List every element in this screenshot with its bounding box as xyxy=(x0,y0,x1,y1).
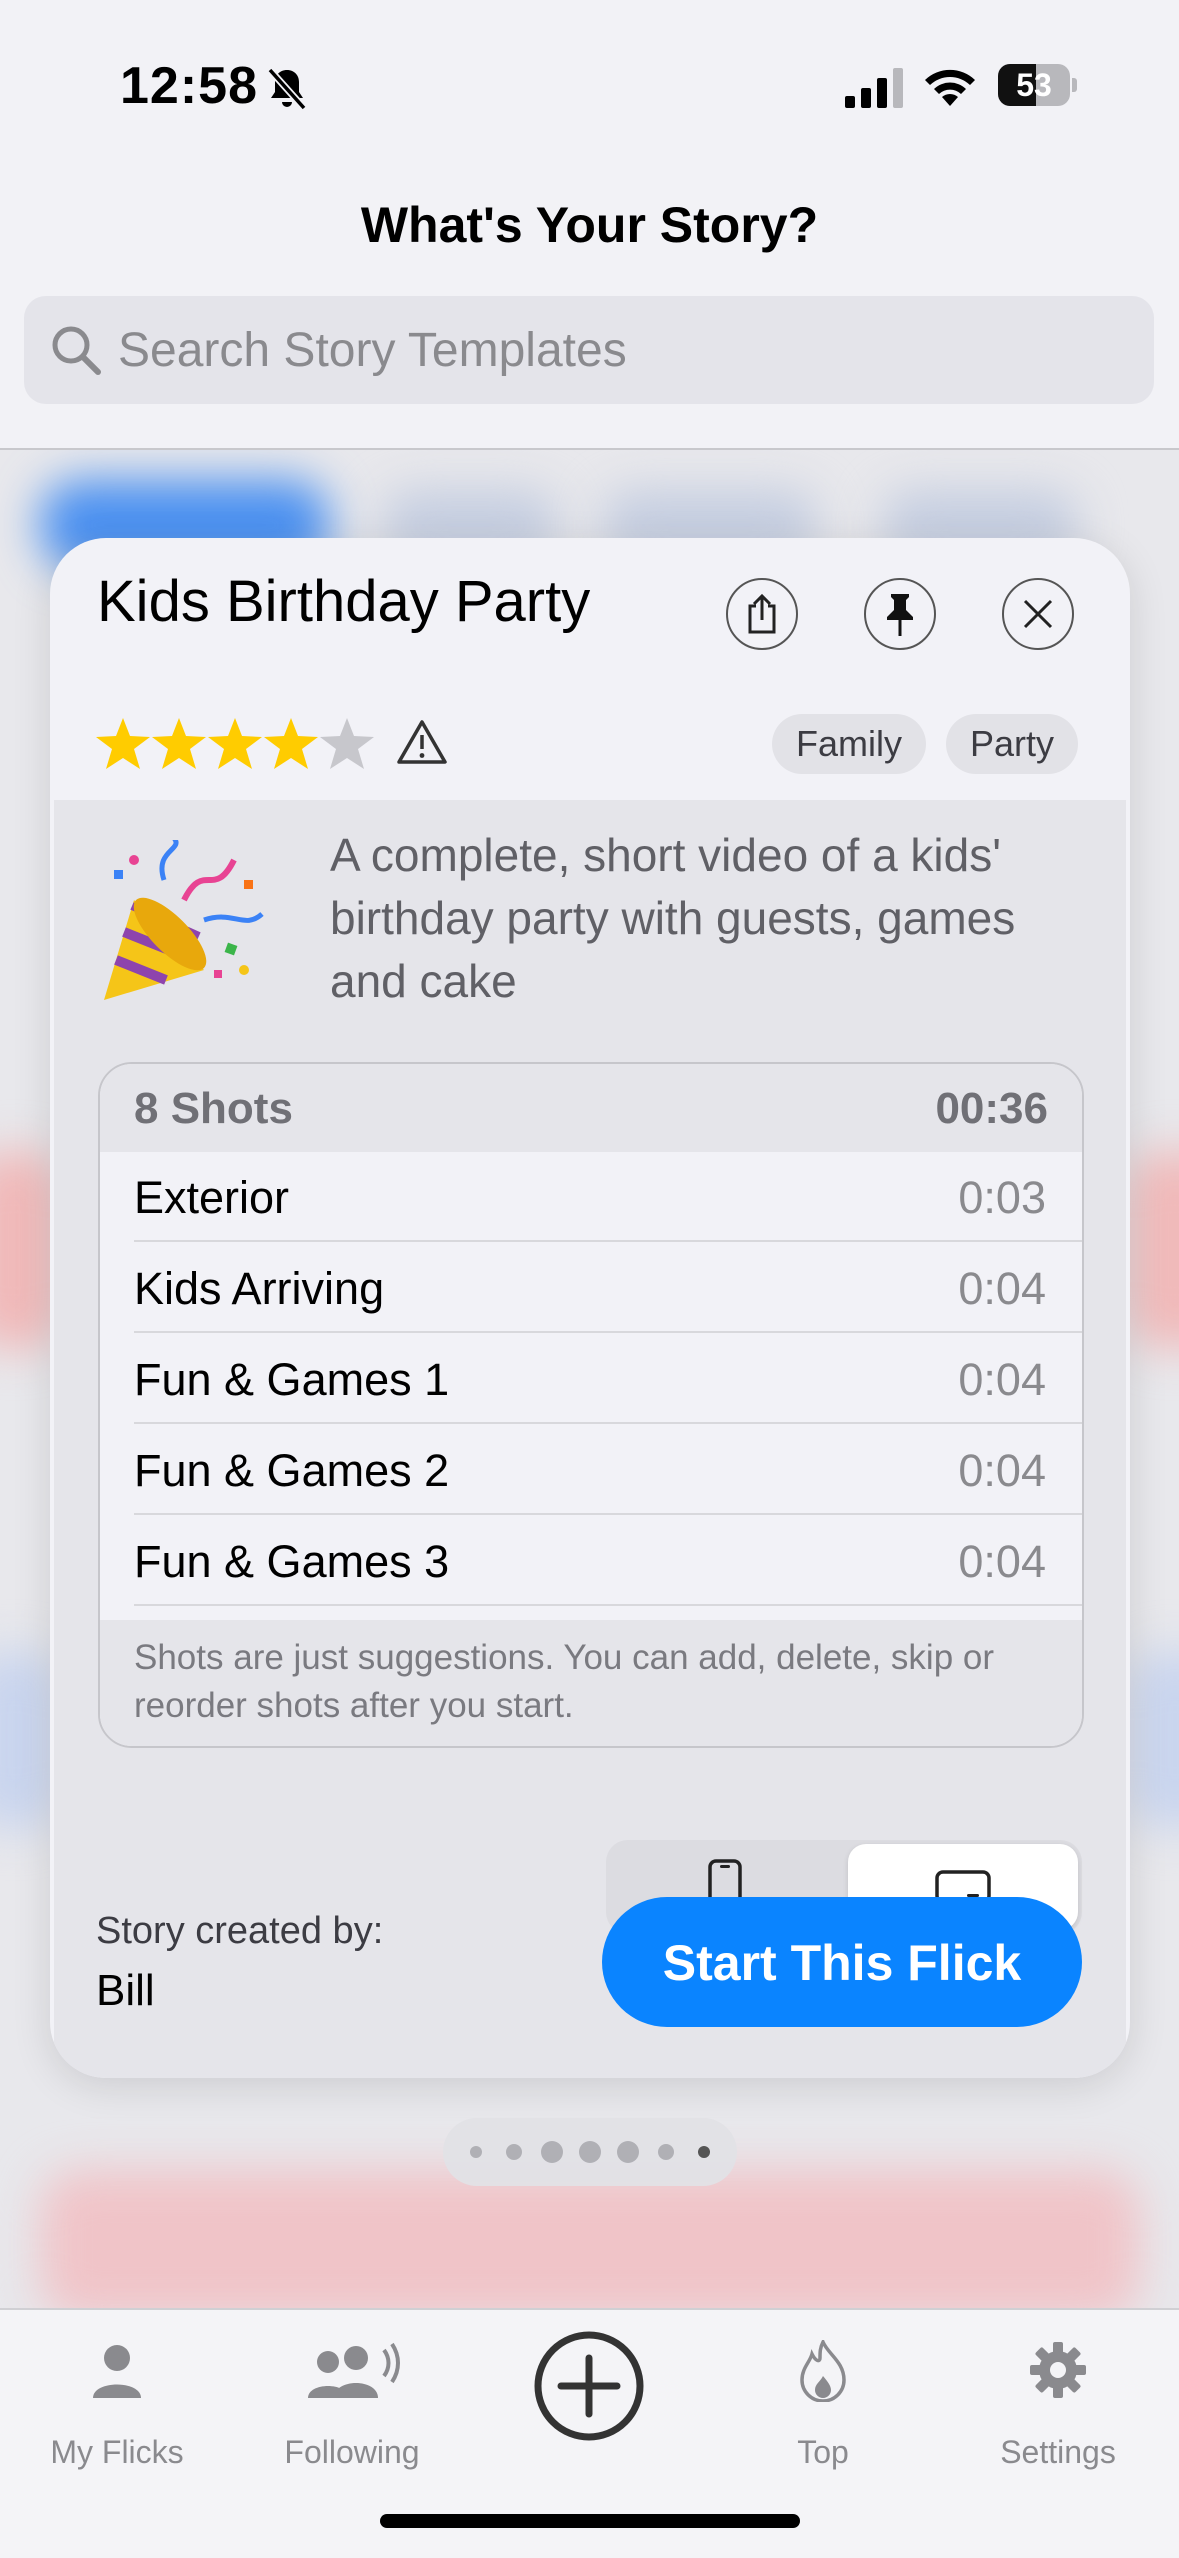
shot-list-footer: Shots are just suggestions. You can add,… xyxy=(100,1620,1082,1746)
page-dot[interactable] xyxy=(579,2141,601,2163)
story-description: A complete, short video of a kids' birth… xyxy=(330,829,1016,1007)
tab-top[interactable]: Top xyxy=(723,2332,923,2482)
tag-party: Party xyxy=(946,714,1079,774)
shot-name: Fun & Games 1 xyxy=(134,1354,450,1405)
party-popper-icon xyxy=(104,840,264,1000)
tab-label: My Flicks xyxy=(50,2434,184,2470)
tag-family: Family xyxy=(772,714,926,774)
shot-row[interactable]: Exterior 0:03 xyxy=(100,1152,1082,1242)
star-filled-icon xyxy=(152,718,206,769)
search-input[interactable] xyxy=(118,296,1118,404)
shot-name: Exterior xyxy=(134,1172,290,1223)
card-title: Kids Birthday Party xyxy=(97,569,591,634)
shots-note: Shots are just suggestions. You can add,… xyxy=(134,1638,995,1725)
shot-duration: 0:04 xyxy=(958,1445,1046,1496)
shot-row[interactable]: Fun & Games 1 0:04 xyxy=(100,1334,1082,1424)
share-icon xyxy=(748,593,776,634)
shot-duration: 0:04 xyxy=(958,1263,1046,1314)
plus-circle-icon[interactable] xyxy=(533,2330,645,2442)
story-template-card: Kids Birthday Party Family Party A compl… xyxy=(50,538,1130,2078)
shot-list-header: 8 Shots 00:36 xyxy=(100,1064,1082,1152)
cell-signal-icon xyxy=(845,68,903,108)
shot-name: Fun & Games 3 xyxy=(134,1536,450,1587)
star-filled-icon xyxy=(264,718,318,769)
people-icon xyxy=(308,2342,400,2398)
shot-row[interactable]: Fun & Games 3 0:04 xyxy=(100,1516,1082,1606)
battery-percent: 53 xyxy=(1016,67,1052,103)
shot-duration: 0:04 xyxy=(958,1354,1046,1405)
page-dot[interactable] xyxy=(541,2141,563,2163)
tab-my-flicks[interactable]: My Flicks xyxy=(17,2332,217,2482)
shot-row[interactable]: Fun & Games 2 0:04 xyxy=(100,1425,1082,1515)
star-empty-icon xyxy=(320,718,374,769)
shot-name: Kids Arriving xyxy=(134,1263,385,1314)
status-bar: 12:58 53 xyxy=(0,0,1179,175)
page-dot[interactable] xyxy=(658,2144,674,2160)
shot-duration: 0:03 xyxy=(958,1172,1046,1223)
status-time: 12:58 xyxy=(120,57,258,115)
shot-count: 8 Shots xyxy=(134,1084,293,1133)
card-body: A complete, short video of a kids' birth… xyxy=(54,800,1126,2078)
tab-settings[interactable]: Settings xyxy=(958,2332,1158,2482)
battery-icon: 53 xyxy=(998,64,1078,108)
page-dot[interactable] xyxy=(698,2146,710,2158)
home-indicator[interactable] xyxy=(380,2514,800,2528)
share-button[interactable] xyxy=(726,578,798,650)
page-dot[interactable] xyxy=(506,2144,522,2160)
star-filled-icon xyxy=(208,718,262,769)
report-warning-icon[interactable] xyxy=(396,718,448,766)
start-flick-button[interactable]: Start This Flick xyxy=(602,1897,1082,2027)
page-dot[interactable] xyxy=(470,2146,482,2158)
tab-label: Following xyxy=(284,2434,420,2470)
tab-following[interactable]: Following xyxy=(252,2332,452,2482)
close-icon xyxy=(1023,599,1053,629)
flame-icon xyxy=(800,2340,846,2402)
creator-label: Story created by: xyxy=(96,1910,384,1952)
creator-name: Bill xyxy=(96,1966,155,2015)
close-button[interactable] xyxy=(1002,578,1074,650)
pin-icon xyxy=(887,594,913,636)
page-title: What's Your Story? xyxy=(360,197,819,253)
person-icon xyxy=(93,2345,141,2398)
search-icon xyxy=(52,326,101,375)
tab-label: Settings xyxy=(1000,2434,1116,2470)
gear-icon xyxy=(1030,2342,1086,2398)
wifi-icon xyxy=(925,69,975,106)
search-bar[interactable] xyxy=(24,296,1154,404)
star-filled-icon xyxy=(96,718,150,769)
tab-label: Top xyxy=(797,2434,849,2470)
shot-row[interactable]: Kids Arriving 0:04 xyxy=(100,1243,1082,1333)
shot-duration: 0:04 xyxy=(958,1536,1046,1587)
bell-slash-icon xyxy=(267,67,307,111)
shot-list: 8 Shots 00:36 Exterior 0:03 Kids Arrivin… xyxy=(98,1062,1084,1748)
page-dot[interactable] xyxy=(617,2141,639,2163)
page-indicator[interactable] xyxy=(443,2118,737,2186)
pin-button[interactable] xyxy=(864,578,936,650)
shot-name: Fun & Games 2 xyxy=(134,1445,450,1496)
total-duration: 00:36 xyxy=(935,1084,1048,1133)
